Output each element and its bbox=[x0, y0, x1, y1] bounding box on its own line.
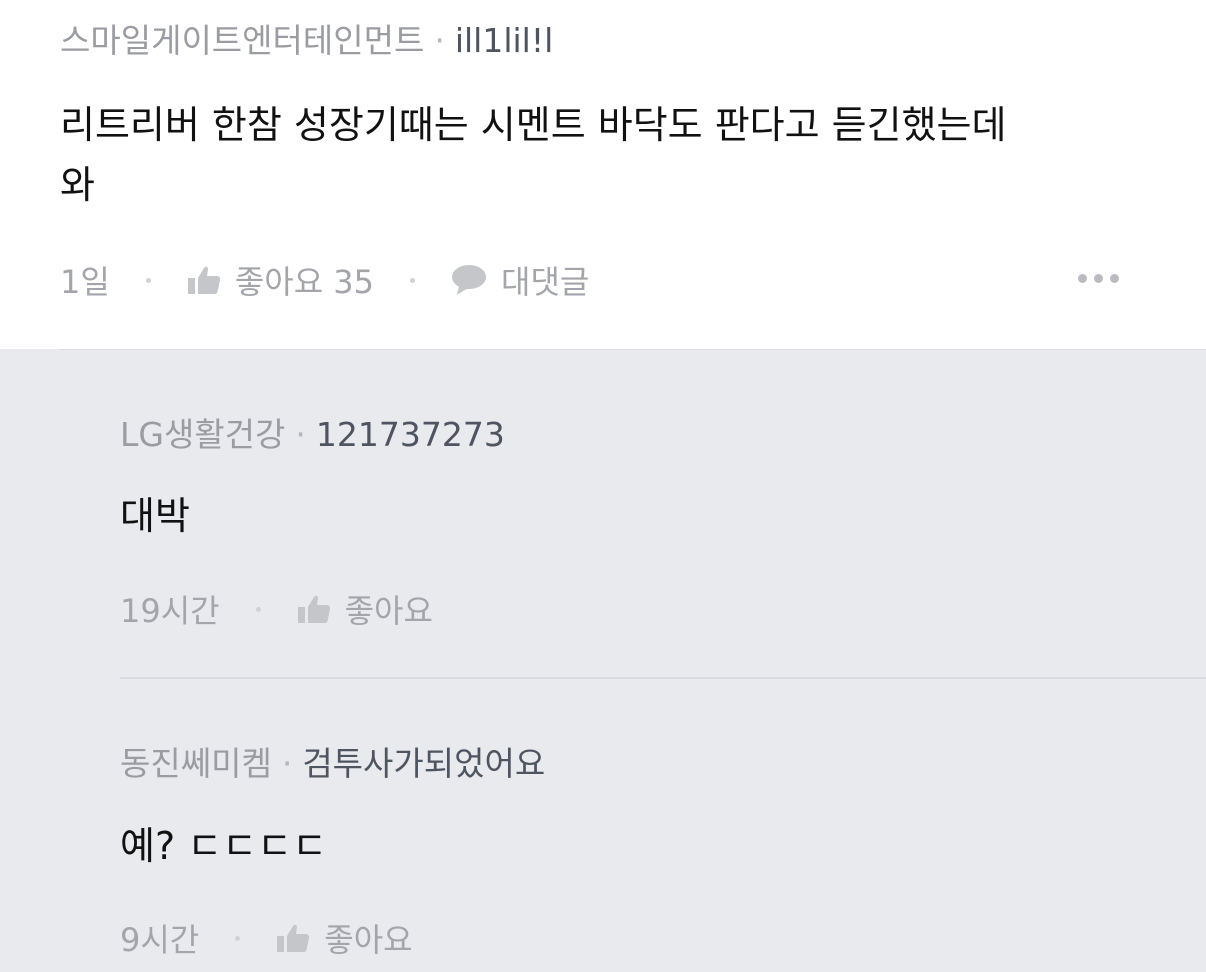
like-button[interactable]: 좋아요 bbox=[324, 915, 412, 961]
comment-text: 리트리버 한참 성장기때는 시멘트 바닥도 판다고 듣긴했는데 와 bbox=[60, 103, 1007, 207]
reply-meta: 9시간 좋아요 bbox=[120, 915, 413, 961]
author-separator: · bbox=[281, 744, 293, 783]
reply-author-id[interactable]: 121737273 bbox=[316, 415, 505, 454]
meta-separator bbox=[145, 277, 151, 283]
replies-section: LG생활건강 · 121737273 대박 19시간 좋아요 동진쎄미켐 · 검투사가되… bbox=[0, 349, 1206, 972]
like-button[interactable]: 좋아요 bbox=[345, 586, 433, 632]
reply-author-name[interactable]: LG생활건강 bbox=[120, 415, 285, 454]
reply-meta: 19시간 좋아요 bbox=[120, 586, 433, 632]
author-separator: · bbox=[434, 21, 445, 60]
comment-author-line: 스마일게이트엔터테인먼트 · ill1lil!l bbox=[60, 21, 553, 61]
reply-button[interactable]: 대댓글 bbox=[501, 257, 589, 303]
reply-time: 9시간 bbox=[120, 921, 200, 959]
comment-meta: 1일 좋아요 35 대댓글 bbox=[60, 257, 589, 303]
author-separator: · bbox=[295, 415, 306, 454]
reply-author-id[interactable]: 검투사가되었어요 bbox=[302, 744, 545, 783]
meta-separator bbox=[255, 606, 261, 612]
meta-separator bbox=[410, 277, 416, 283]
main-comment: 스마일게이트엔터테인먼트 · ill1lil!l 리트리버 한참 성장기때는 시멘트… bbox=[0, 0, 1206, 349]
like-button[interactable]: 좋아요 35 bbox=[235, 257, 374, 303]
reply-author-name[interactable]: 동진쎄미켐 bbox=[120, 744, 272, 783]
reply-author-line: LG생활건강 · 121737273 bbox=[120, 415, 505, 455]
comment-time: 1일 bbox=[60, 263, 110, 301]
section-divider bbox=[60, 349, 1206, 350]
reply-author-line: 동진쎄미켐 · 검투사가되었어요 bbox=[120, 744, 545, 784]
thumbs-up-icon[interactable] bbox=[187, 265, 221, 295]
more-options-icon[interactable] bbox=[1078, 274, 1119, 283]
reply-text: 예? ㄷㄷㄷㄷ bbox=[120, 824, 328, 868]
meta-separator bbox=[235, 935, 241, 941]
thumbs-up-icon[interactable] bbox=[297, 594, 331, 624]
thumbs-up-icon[interactable] bbox=[276, 923, 310, 953]
reply-time: 19시간 bbox=[120, 592, 220, 630]
author-id[interactable]: ill1lil!l bbox=[455, 21, 553, 60]
reply-text: 대박 bbox=[120, 494, 190, 538]
reply-divider bbox=[120, 677, 1206, 679]
author-name[interactable]: 스마일게이트엔터테인먼트 bbox=[60, 21, 424, 60]
comment-thread: 스마일게이트엔터테인먼트 · ill1lil!l 리트리버 한참 성장기때는 시멘트… bbox=[0, 0, 1206, 972]
speech-bubble-icon[interactable] bbox=[451, 264, 487, 296]
